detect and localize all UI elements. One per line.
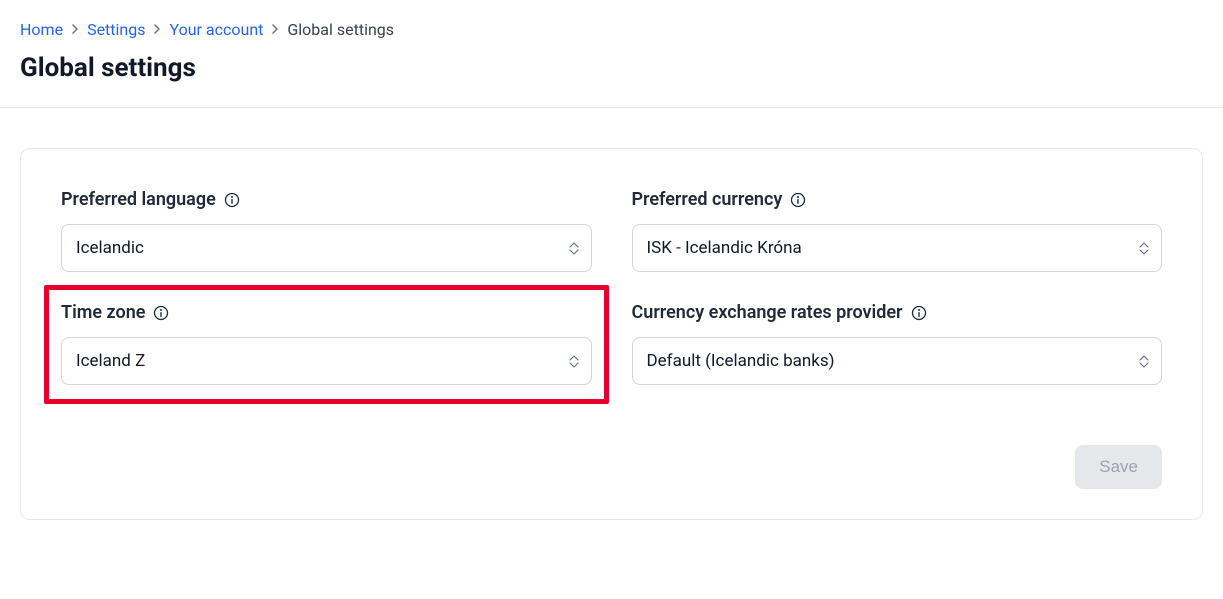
save-button[interactable]: Save bbox=[1075, 445, 1162, 489]
breadcrumb-settings[interactable]: Settings bbox=[87, 20, 145, 39]
label-timezone: Time zone bbox=[61, 302, 145, 323]
info-icon[interactable] bbox=[911, 305, 927, 321]
select-language[interactable]: Icelandic bbox=[61, 224, 592, 272]
breadcrumb-current: Global settings bbox=[287, 20, 394, 39]
label-language: Preferred language bbox=[61, 189, 216, 210]
select-exchange-provider[interactable]: Default (Icelandic banks) bbox=[632, 337, 1163, 385]
breadcrumb-home[interactable]: Home bbox=[20, 20, 63, 39]
select-timezone[interactable]: Iceland Z bbox=[61, 337, 592, 385]
highlight-annotation: Time zone Iceland Z bbox=[44, 285, 609, 404]
breadcrumb: Home Settings Your account Global settin… bbox=[20, 20, 1203, 39]
settings-card: Preferred language Icelandic Preferred bbox=[20, 148, 1203, 520]
breadcrumb-your-account[interactable]: Your account bbox=[169, 20, 263, 39]
label-exchange-provider: Currency exchange rates provider bbox=[632, 302, 903, 323]
field-exchange-provider: Currency exchange rates provider Default… bbox=[632, 302, 1163, 385]
chevron-right-icon bbox=[271, 22, 279, 38]
select-currency[interactable]: ISK - Icelandic Króna bbox=[632, 224, 1163, 272]
info-icon[interactable] bbox=[153, 305, 169, 321]
info-icon[interactable] bbox=[224, 192, 240, 208]
info-icon[interactable] bbox=[790, 192, 806, 208]
field-language: Preferred language Icelandic bbox=[61, 189, 592, 272]
page-title: Global settings bbox=[20, 53, 1203, 83]
chevron-right-icon bbox=[153, 22, 161, 38]
field-timezone: Time zone Iceland Z bbox=[61, 302, 592, 385]
label-currency: Preferred currency bbox=[632, 189, 783, 210]
field-currency: Preferred currency ISK - Icelandic Króna bbox=[632, 189, 1163, 272]
chevron-right-icon bbox=[71, 22, 79, 38]
